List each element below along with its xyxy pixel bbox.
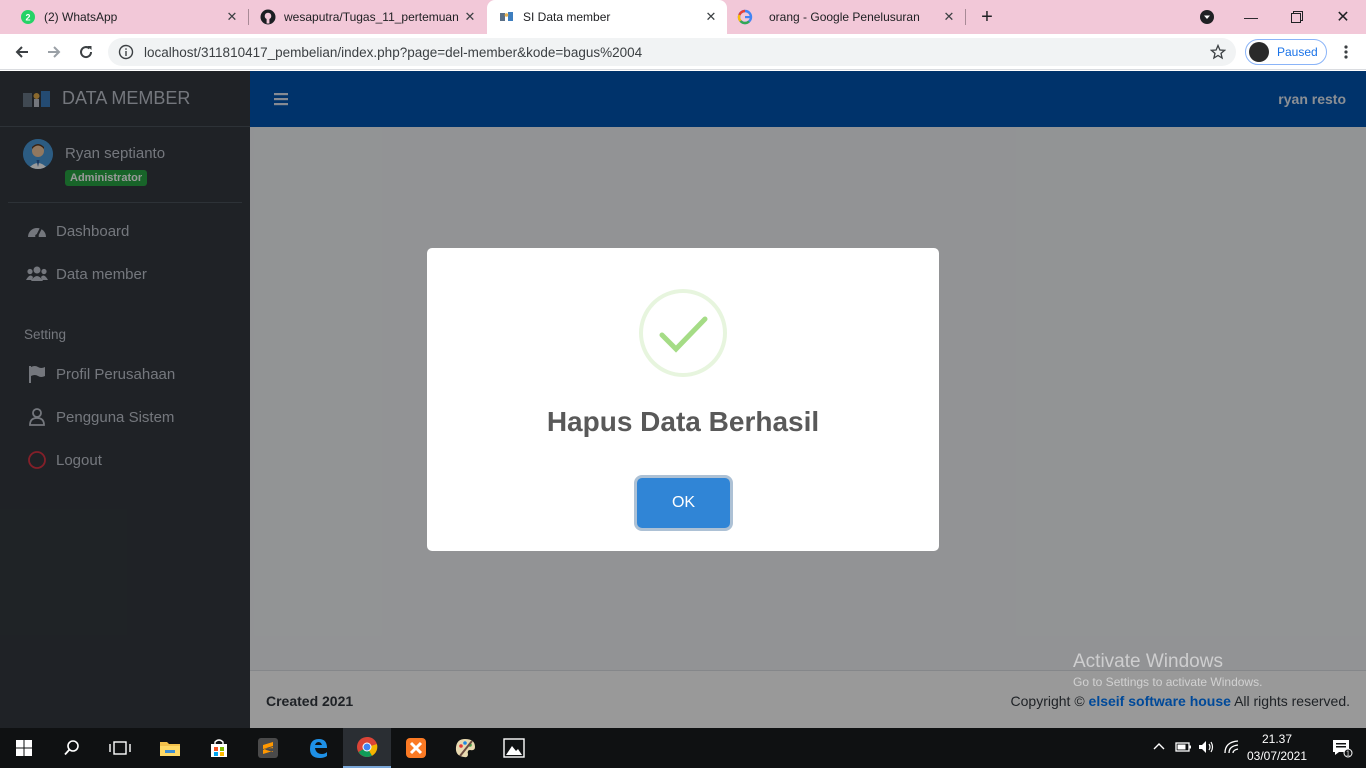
svg-text:2: 2 xyxy=(25,13,30,23)
avatar xyxy=(1249,42,1269,62)
action-center-button[interactable]: 1 xyxy=(1318,728,1366,768)
forward-button[interactable] xyxy=(40,38,68,66)
close-tab-icon[interactable]: ✕ xyxy=(460,7,480,27)
chrome-icon xyxy=(357,736,378,757)
more-vert-icon xyxy=(1344,45,1348,59)
notification-count: 1 xyxy=(1346,751,1350,758)
google-icon xyxy=(737,9,753,25)
tab-title: (2) WhatsApp xyxy=(44,10,118,24)
close-tab-icon[interactable]: ✕ xyxy=(939,7,959,27)
chevron-down-icon xyxy=(1200,10,1214,24)
paused-label: Paused xyxy=(1277,45,1318,59)
taskbar-clock[interactable]: 21.37 03/07/2021 xyxy=(1240,731,1314,765)
search-button[interactable] xyxy=(48,728,96,768)
success-check-icon xyxy=(639,289,727,377)
github-icon xyxy=(260,9,276,25)
watermark-subtitle: Go to Settings to activate Windows. xyxy=(1073,675,1263,689)
taskbar-xampp[interactable] xyxy=(392,728,440,768)
ok-button[interactable]: OK xyxy=(637,478,730,528)
taskbar-chrome[interactable] xyxy=(343,728,391,768)
clock-time: 21.37 xyxy=(1261,732,1293,746)
taskbar-store[interactable] xyxy=(195,728,243,768)
info-icon[interactable] xyxy=(118,44,134,60)
clock-date: 03/07/2021 xyxy=(1246,749,1308,763)
windows-taskbar: 21.37 03/07/2021 1 xyxy=(0,728,1366,768)
taskbar-file-explorer[interactable] xyxy=(146,728,194,768)
folder-icon xyxy=(160,742,180,756)
app-window: DATA MEMBER Ryan septianto Administrator… xyxy=(0,71,1366,728)
whatsapp-icon: 2 xyxy=(20,9,36,25)
task-view-button[interactable] xyxy=(96,728,144,768)
taskbar-paint[interactable] xyxy=(441,728,489,768)
taskbar-edge[interactable] xyxy=(294,728,342,768)
close-tab-icon[interactable]: ✕ xyxy=(222,7,242,27)
taskbar-sublime-text[interactable] xyxy=(244,728,292,768)
xampp-icon xyxy=(406,738,426,758)
edge-icon xyxy=(310,739,327,758)
tab-github[interactable]: wesaputra/Tugas_11_pertemuan ✕ xyxy=(248,0,486,34)
battery-icon[interactable] xyxy=(1174,740,1192,754)
chevron-up-icon[interactable] xyxy=(1152,740,1166,754)
address-bar[interactable]: localhost/311810417_pembelian/index.php?… xyxy=(108,38,1236,66)
new-tab-button[interactable]: + xyxy=(964,0,1010,34)
restore-button[interactable] xyxy=(1274,0,1320,34)
photos-icon xyxy=(503,738,525,758)
tab-whatsapp[interactable]: 2 (2) WhatsApp ✕ xyxy=(0,0,248,34)
search-icon xyxy=(64,740,79,756)
arrow-right-icon xyxy=(48,46,61,58)
success-dialog: Hapus Data Berhasil OK xyxy=(427,248,939,551)
browser-tab-strip: 2 (2) WhatsApp ✕ wesaputra/Tugas_11_pert… xyxy=(0,0,1366,34)
arrow-left-icon xyxy=(15,46,28,58)
start-button[interactable] xyxy=(0,728,48,768)
back-button[interactable] xyxy=(8,38,36,66)
store-icon xyxy=(211,739,227,757)
tab-google[interactable]: orang - Google Penelusuran ✕ xyxy=(727,0,965,34)
tab-si-data-member[interactable]: SI Data member ✕ xyxy=(487,0,727,34)
minimize-button[interactable]: — xyxy=(1228,0,1274,34)
reload-icon xyxy=(80,46,93,59)
wifi-icon[interactable] xyxy=(1224,740,1240,754)
task-view-icon xyxy=(109,741,131,755)
watermark-title: Activate Windows xyxy=(1073,651,1223,672)
profile-paused-button[interactable]: Paused xyxy=(1245,39,1327,65)
tab-title: wesaputra/Tugas_11_pertemuan xyxy=(284,10,459,24)
close-window-button[interactable]: ✕ xyxy=(1320,0,1366,34)
tab-title: SI Data member xyxy=(523,10,611,24)
taskbar-photos[interactable] xyxy=(490,728,538,768)
windows-logo-icon xyxy=(16,740,32,756)
notification-icon: 1 xyxy=(1333,740,1353,758)
url-text: localhost/311810417_pembelian/index.php?… xyxy=(144,44,643,60)
page-icon xyxy=(499,9,515,25)
paint-palette-icon xyxy=(455,739,475,758)
sublime-text-icon xyxy=(258,738,278,758)
tab-search-button[interactable] xyxy=(1184,0,1230,34)
dialog-message: Hapus Data Berhasil xyxy=(546,406,820,437)
restore-icon xyxy=(1291,11,1303,23)
tab-title: orang - Google Penelusuran xyxy=(769,10,920,24)
close-tab-icon[interactable]: ✕ xyxy=(701,7,721,27)
browser-toolbar: localhost/311810417_pembelian/index.php?… xyxy=(0,34,1366,70)
reload-button[interactable] xyxy=(72,38,100,66)
bookmark-star-icon[interactable] xyxy=(1210,44,1226,60)
volume-icon[interactable] xyxy=(1198,740,1216,754)
activate-windows-watermark: Activate Windows Go to Settings to activ… xyxy=(1073,651,1262,689)
browser-menu-button[interactable] xyxy=(1332,38,1360,66)
